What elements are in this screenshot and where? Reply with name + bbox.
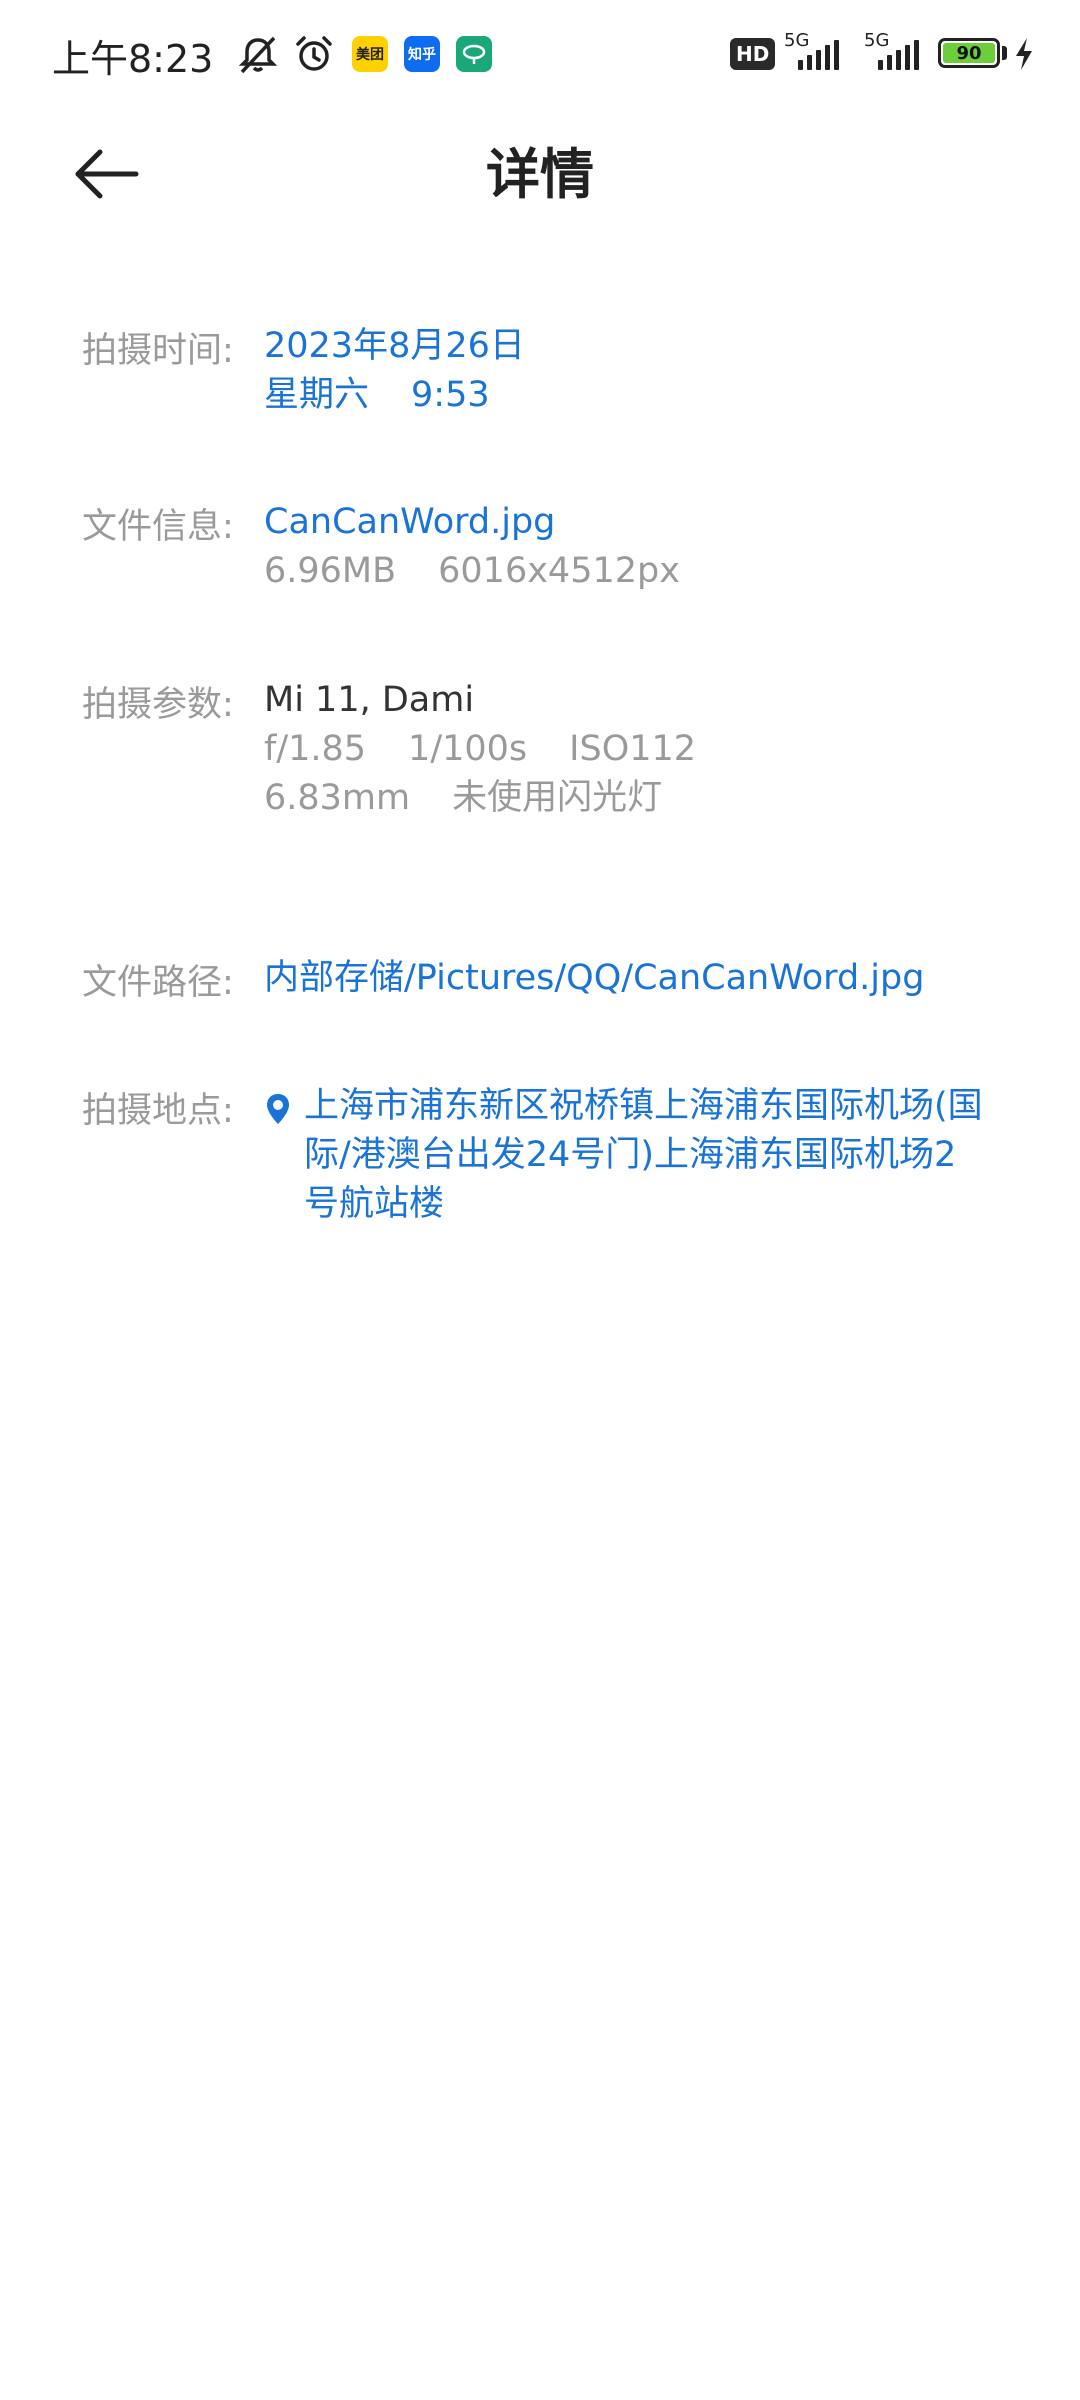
capture-params-label: 拍摄参数: <box>82 685 234 725</box>
capture-time-label: 拍摄时间: <box>82 331 234 371</box>
flash-status: 未使用闪光灯 <box>452 778 663 818</box>
meituan-app-icon: 美团 <box>352 36 388 72</box>
capture-weekday: 星期六 <box>264 375 370 415</box>
signal-2-icon <box>878 40 919 70</box>
file-path: 内部存储/Pictures/QQ/CanCanWord.jpg <box>264 958 925 998</box>
meituan-label: 美团 <box>356 47 384 63</box>
file-name[interactable]: CanCanWord.jpg <box>264 498 1022 547</box>
capture-time-value[interactable]: 2023年8月26日 星期六 9:53 <box>264 322 1022 420</box>
detail-row-capture-params: 拍摄参数: Mi 11, Dami f/1.85 1/100s ISO112 6.8… <box>82 676 1022 836</box>
detail-row-location: 拍摄地点: 上海市浦东新区祝桥镇上海浦东国际机场(国 际/港澳台出发24号门)上… <box>82 1082 1022 1242</box>
battery-level: 90 <box>943 43 995 64</box>
detail-row-file-info: 文件信息: CanCanWord.jpg 6.96MB 6016x4512px <box>82 498 1022 608</box>
file-path-label: 文件路径: <box>82 963 234 1003</box>
alarm-clock-icon <box>296 36 332 71</box>
iso: ISO112 <box>569 729 697 769</box>
aperture: f/1.85 <box>264 729 367 769</box>
battery-cap <box>1002 46 1007 60</box>
location-value[interactable]: 上海市浦东新区祝桥镇上海浦东国际机场(国 际/港澳台出发24号门)上海浦东国际机… <box>304 1082 1080 1229</box>
capture-date: 2023年8月26日 <box>264 326 525 366</box>
charging-icon <box>1016 38 1032 70</box>
file-info-label: 文件信息: <box>82 507 234 547</box>
focal-length: 6.83mm <box>264 778 411 818</box>
detail-row-file-path: 文件路径: 内部存储/Pictures/QQ/CanCanWord.jpg <box>82 954 1022 1014</box>
file-size: 6.96MB <box>264 551 397 591</box>
location-label: 拍摄地点: <box>82 1091 234 1131</box>
location-pin-icon <box>267 1094 289 1124</box>
capture-params-value: Mi 11, Dami f/1.85 1/100s ISO112 6.83mm 未使用… <box>264 676 1022 823</box>
back-button[interactable] <box>70 138 150 210</box>
capture-clock: 9:53 <box>411 375 490 415</box>
zhihu-app-icon: 知乎 <box>404 36 440 72</box>
file-path-value[interactable]: 内部存储/Pictures/QQ/CanCanWord.jpg <box>264 954 1022 1003</box>
status-time: 上午8:23 <box>52 37 214 81</box>
shutter-speed: 1/100s <box>408 729 528 769</box>
location-line-2: 际/港澳台出发24号门)上海浦东国际机场2 <box>304 1135 957 1175</box>
app-notification-icon <box>456 36 492 72</box>
page-title: 详情 <box>486 143 594 206</box>
status-bar: 上午8:23 美团 知乎 HD 5G 5G 90 <box>0 0 1080 110</box>
detail-row-capture-time: 拍摄时间: 2023年8月26日 星期六 9:53 <box>82 322 1022 432</box>
file-resolution: 6016x4512px <box>438 551 680 591</box>
hd-label: HD <box>736 42 770 66</box>
signal-1-icon <box>798 40 839 70</box>
zhihu-label: 知乎 <box>408 47 436 63</box>
location-line-3: 号航站楼 <box>304 1184 445 1224</box>
battery-icon: 90 <box>938 38 1000 68</box>
mute-notification-icon <box>238 36 278 74</box>
hd-voice-icon: HD <box>730 38 776 70</box>
detail-screen: 上午8:23 美团 知乎 HD 5G 5G 90 详情 拍摄时间: 2023年8… <box>0 0 1080 2400</box>
camera-device: Mi 11, Dami <box>264 680 475 720</box>
location-line-1: 上海市浦东新区祝桥镇上海浦东国际机场(国 <box>304 1086 983 1126</box>
arrow-left-icon <box>75 149 139 199</box>
file-info-value: CanCanWord.jpg 6.96MB 6016x4512px <box>264 498 1022 596</box>
